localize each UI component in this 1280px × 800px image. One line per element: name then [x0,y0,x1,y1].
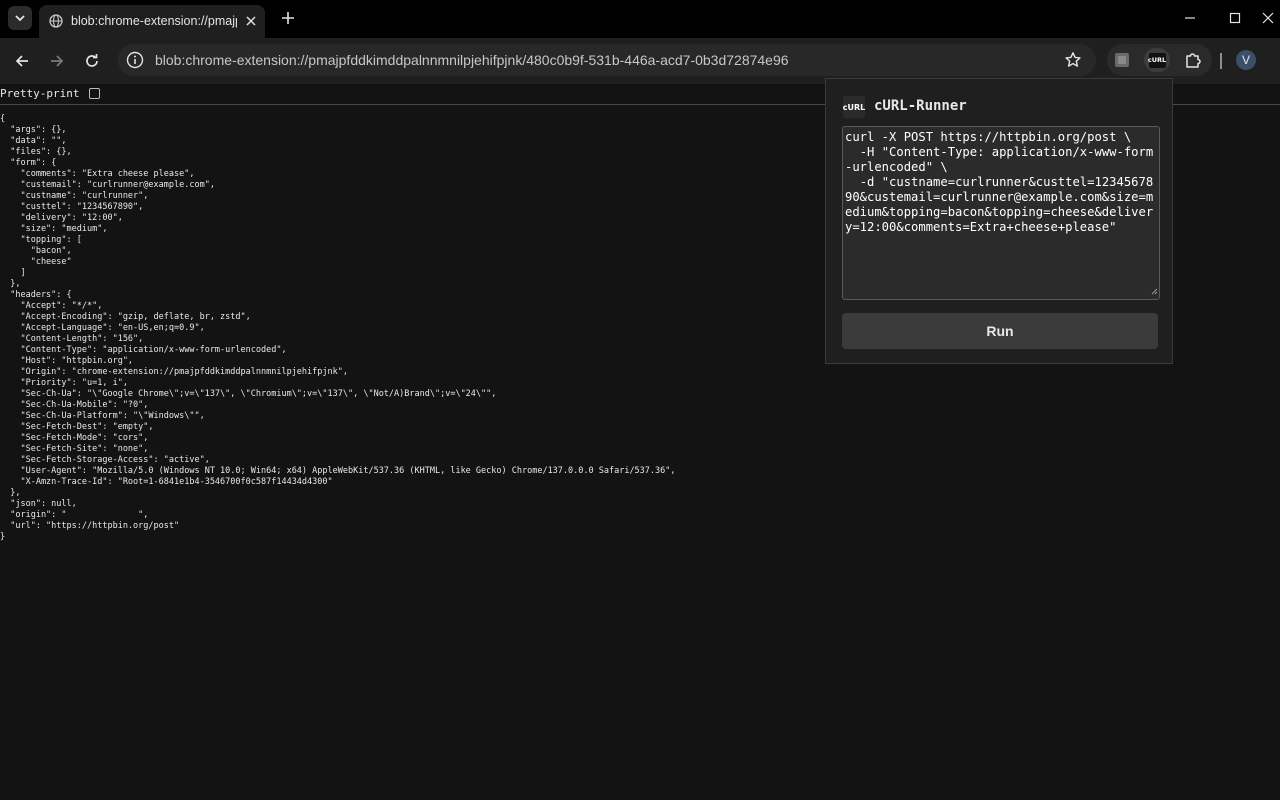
close-icon [246,16,256,26]
reload-icon [86,54,98,67]
run-button[interactable]: Run [842,313,1158,349]
chevron-down-icon [15,15,25,22]
info-icon[interactable] [126,51,144,69]
maximize-button[interactable] [1223,8,1247,28]
extension-placeholder-icon [1115,53,1129,67]
extensions-menu-button[interactable] [1180,48,1206,72]
active-tab[interactable]: blob:chrome-extension://pmajp [39,5,265,38]
pretty-print-label: Pretty-print [0,87,80,100]
popup-title: cURL-Runner [874,98,967,114]
new-tab-button[interactable] [278,8,298,28]
curl-logo-icon: cURL [843,96,865,118]
json-response: { "args": {}, "data": "", "files": {}, "… [0,114,676,542]
forward-button[interactable] [45,49,69,73]
tab-title: blob:chrome-extension://pmajp [71,14,237,28]
minimize-button[interactable] [1178,8,1202,28]
tab-strip: blob:chrome-extension://pmajp [0,0,1280,38]
back-button[interactable] [10,49,34,73]
close-icon [1262,12,1274,24]
curl-runner-extension-button[interactable]: cURL [1144,48,1170,72]
globe-icon [49,14,63,28]
arrow-right-icon [51,55,64,67]
pretty-print-checkbox[interactable] [89,88,100,99]
close-window-button[interactable] [1256,8,1280,28]
curl-runner-popup: cURL cURL-Runner Run [825,78,1173,364]
star-icon[interactable] [1064,51,1082,69]
reload-button[interactable] [80,49,104,73]
tab-search-button[interactable] [8,6,32,30]
toolbar-divider [1220,53,1222,69]
profile-avatar[interactable]: V [1236,50,1256,70]
plus-icon [282,12,294,24]
puzzle-icon [1186,53,1201,68]
tab-close-button[interactable] [243,13,259,29]
arrow-left-icon [15,55,28,67]
resize-grip-icon[interactable] [1150,287,1158,295]
maximize-icon [1229,12,1241,24]
extensions-group: cURL [1107,44,1212,76]
minimize-icon [1185,17,1195,19]
extension-button[interactable] [1109,48,1135,72]
url-text[interactable]: blob:chrome-extension://pmajpfddkimddpal… [155,52,789,68]
curl-command-input[interactable] [842,126,1160,300]
avatar-initial: V [1241,53,1250,67]
curl-logo-icon: cURL [1148,52,1166,68]
address-bar[interactable]: blob:chrome-extension://pmajpfddkimddpal… [118,44,1096,76]
